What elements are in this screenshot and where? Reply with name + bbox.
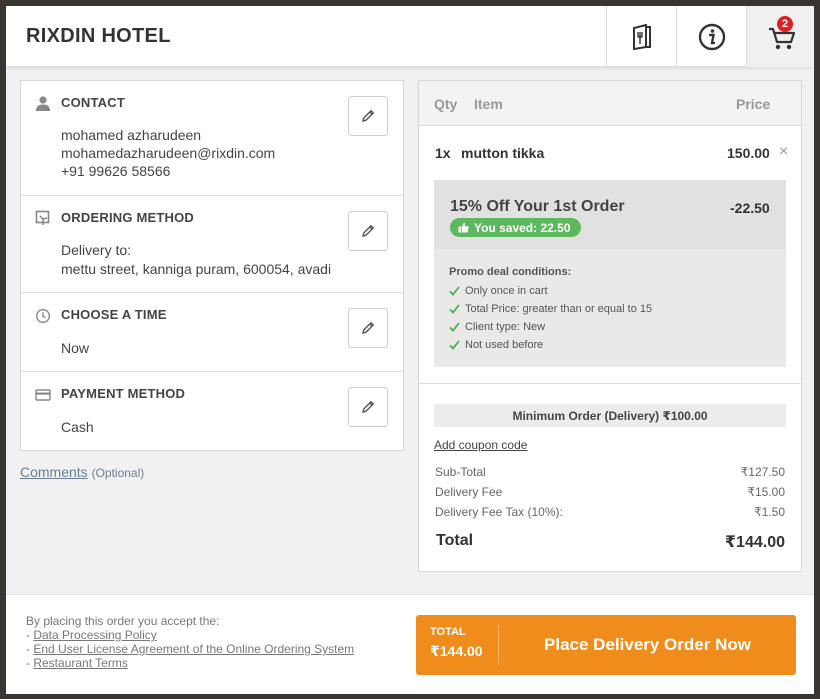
pencil-icon <box>362 109 375 122</box>
comments-area: Comments (Optional) <box>20 464 144 480</box>
price-header: Price <box>736 96 771 112</box>
pencil-icon <box>362 224 375 237</box>
restaurant-terms-link[interactable]: Restaurant Terms <box>33 656 127 670</box>
info-icon <box>698 23 725 50</box>
check-icon <box>449 322 460 332</box>
delivery-fee-value: ₹15.00 <box>747 485 785 499</box>
item-qty: 1x <box>435 145 451 161</box>
you-saved-badge: You saved: 22.50 <box>450 218 581 237</box>
comments-link[interactable]: Comments <box>20 464 88 480</box>
cart-panel: Qty Item Price 1x mutton tikka 150.00 × … <box>418 80 802 572</box>
user-icon <box>36 96 50 111</box>
item-header: Item <box>474 96 503 112</box>
terms-item: - Restaurant Terms <box>26 656 128 670</box>
data-processing-policy-link[interactable]: Data Processing Policy <box>33 628 156 642</box>
terms-intro: By placing this order you accept the: <box>26 614 220 628</box>
order-details-panel: CONTACT mohamed azharudeen mohamedazharu… <box>20 80 404 451</box>
credit-card-icon <box>35 389 51 401</box>
promo-condition-text: Not used before <box>465 339 544 351</box>
menu-book-icon <box>632 23 651 50</box>
cart-header: Qty Item Price <box>419 81 801 126</box>
delivery-label: Delivery to: <box>61 242 132 258</box>
contact-section: CONTACT mohamed azharudeen mohamedazharu… <box>21 81 403 196</box>
place-order-button[interactable]: TOTAL ₹144.00 Place Delivery Order Now <box>416 615 796 675</box>
promo-condition: Total Price: greater than or equal to 15 <box>449 303 652 315</box>
contact-phone: +91 99626 58566 <box>61 163 171 179</box>
time-value: Now <box>61 340 90 356</box>
hotel-name: RIXDIN HOTEL <box>26 25 171 47</box>
choose-time-title: CHOOSE A TIME <box>61 307 167 322</box>
order-total-label: TOTAL <box>430 626 466 638</box>
clock-icon <box>35 308 51 324</box>
place-order-label: Place Delivery Order Now <box>544 635 751 654</box>
cart-divider <box>419 383 801 384</box>
eula-link[interactable]: End User License Agreement of the Online… <box>33 642 354 656</box>
check-icon <box>449 340 460 350</box>
ordering-method-section: ORDERING METHOD Delivery to: mettu stree… <box>21 196 403 293</box>
promo-box: 15% Off Your 1st Order -22.50 You saved:… <box>434 180 786 367</box>
choose-time-section: CHOOSE A TIME Now <box>21 293 403 372</box>
total-row: Total ₹144.00 <box>436 532 785 551</box>
promo-condition-text: Client type: New <box>465 321 546 333</box>
item-price: 150.00 <box>727 145 770 161</box>
subtotal-label: Sub-Total <box>435 465 486 479</box>
promo-condition: Client type: New <box>449 321 545 333</box>
pencil-icon <box>362 321 375 334</box>
subtotal-value: ₹127.50 <box>740 465 785 479</box>
terms-block: By placing this order you accept the: - … <box>26 614 354 670</box>
contact-name: mohamed azharudeen <box>61 127 202 143</box>
delivery-tax-value: ₹1.50 <box>754 505 785 519</box>
delivery-icon <box>35 210 50 225</box>
delivery-address: mettu street, kanniga puram, 600054, ava… <box>61 261 332 277</box>
you-saved-text: You saved: 22.50 <box>474 220 571 235</box>
remove-item-button[interactable]: × <box>779 143 788 161</box>
promo-condition: Not used before <box>449 339 543 351</box>
minimum-order-notice: Minimum Order (Delivery) ₹100.00 <box>434 404 786 427</box>
terms-item: - Data Processing Policy <box>26 628 157 642</box>
pencil-icon <box>362 400 375 413</box>
edit-contact-button[interactable] <box>348 96 388 136</box>
cart-button[interactable]: 2 <box>746 6 814 67</box>
qty-header: Qty <box>434 96 458 112</box>
edit-ordering-method-button[interactable] <box>348 211 388 251</box>
promo-condition-text: Total Price: greater than or equal to 15 <box>465 303 653 315</box>
promo-conditions-title: Promo deal conditions: <box>449 266 572 278</box>
delivery-tax-label: Delivery Fee Tax (10%): <box>435 505 563 519</box>
promo-amount: -22.50 <box>730 200 770 216</box>
delivery-fee-label: Delivery Fee <box>435 485 503 499</box>
contact-title: CONTACT <box>61 95 125 110</box>
payment-method-section: PAYMENT METHOD Cash <box>21 372 403 450</box>
check-icon <box>449 286 460 296</box>
edit-time-button[interactable] <box>348 308 388 348</box>
delivery-tax-row: Delivery Fee Tax (10%): ₹1.50 <box>435 505 785 519</box>
menu-button[interactable] <box>606 6 676 67</box>
info-button[interactable] <box>676 6 746 67</box>
add-coupon-link[interactable]: Add coupon code <box>434 438 527 452</box>
promo-title: 15% Off Your 1st Order <box>450 198 625 215</box>
subtotal-row: Sub-Total ₹127.50 <box>435 465 785 479</box>
item-name: mutton tikka <box>461 145 545 161</box>
footer: By placing this order you accept the: - … <box>6 594 814 694</box>
promo-condition: Only once in cart <box>449 285 548 297</box>
thumbs-up-icon <box>458 222 469 233</box>
delivery-fee-row: Delivery Fee ₹15.00 <box>435 485 785 499</box>
order-total-value: ₹144.00 <box>430 643 483 659</box>
payment-value: Cash <box>61 419 94 435</box>
promo-condition-text: Only once in cart <box>465 285 548 297</box>
total-value: ₹144.00 <box>724 534 785 551</box>
total-label: Total <box>436 532 474 549</box>
contact-email: mohamedazharudeen@rixdin.com <box>61 145 276 161</box>
payment-method-title: PAYMENT METHOD <box>61 386 186 401</box>
checkout-window: RIXDIN HOTEL 2 CONTACT mohamed azharudee… <box>6 6 814 694</box>
edit-payment-button[interactable] <box>348 387 388 427</box>
header: RIXDIN HOTEL 2 <box>6 6 814 67</box>
ordering-method-title: ORDERING METHOD <box>61 210 194 225</box>
cart-count-badge: 2 <box>777 16 793 32</box>
terms-item: - End User License Agreement of the Onli… <box>26 642 355 656</box>
promo-header: 15% Off Your 1st Order -22.50 You saved:… <box>434 180 786 249</box>
comments-optional-label: (Optional) <box>91 466 145 480</box>
check-icon <box>449 304 460 314</box>
